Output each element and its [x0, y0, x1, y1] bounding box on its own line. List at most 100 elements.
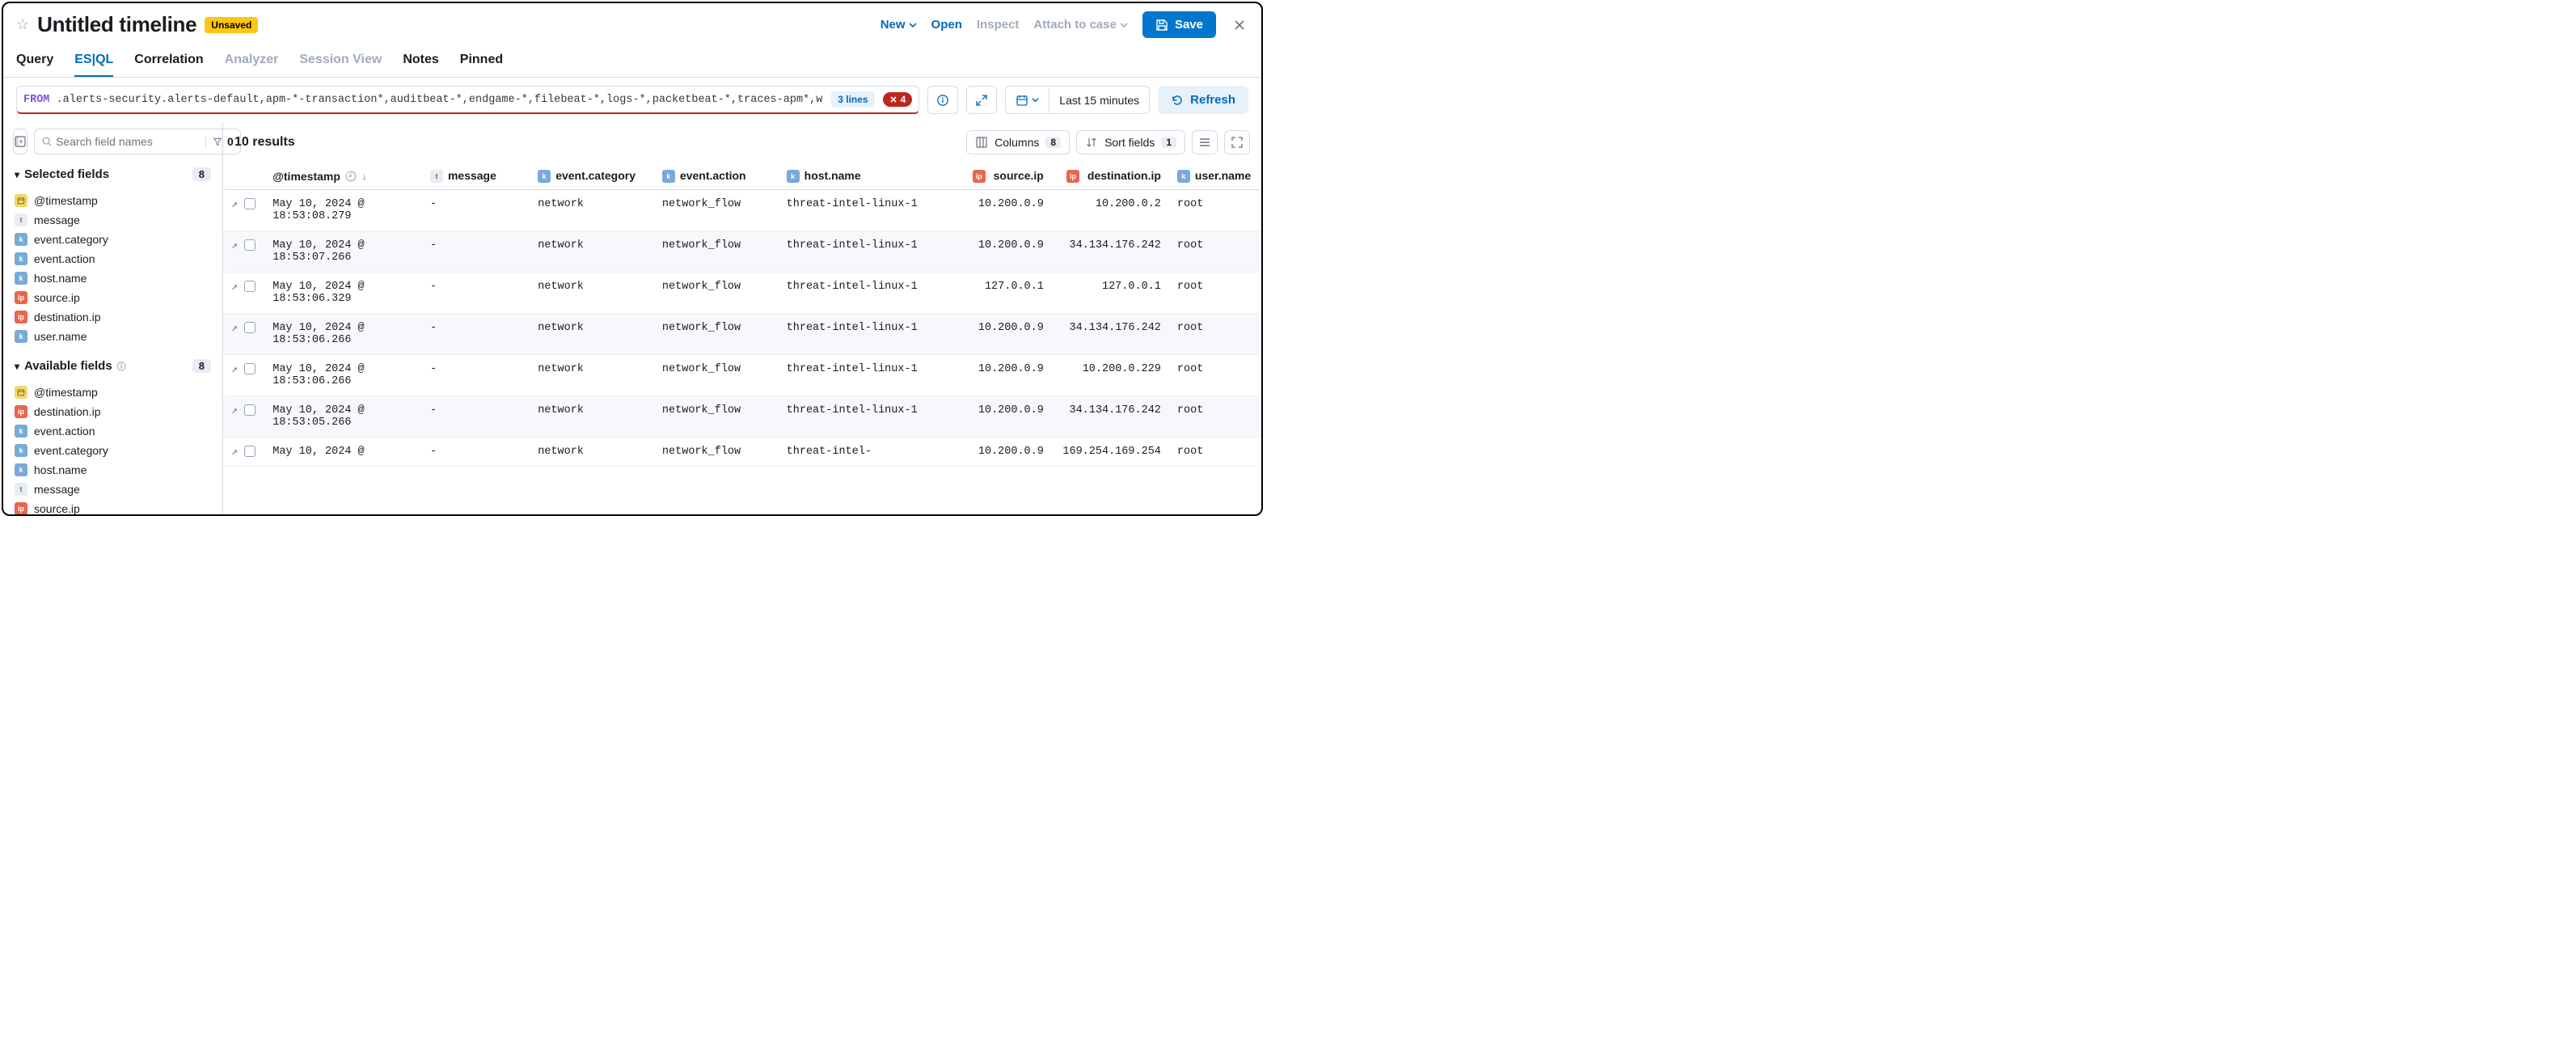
calendar-dropdown[interactable]: [1006, 88, 1049, 112]
field-item[interactable]: ipsource.ip: [13, 288, 213, 307]
cell-event-action: network_flow: [654, 231, 779, 273]
field-name: source.ip: [34, 291, 80, 304]
th-timestamp[interactable]: @timestamp: [272, 170, 340, 183]
sort-fields-button[interactable]: Sort fields 1: [1076, 130, 1185, 154]
cell-message: -: [422, 355, 530, 396]
row-checkbox[interactable]: [244, 322, 255, 333]
field-name: destination.ip: [34, 405, 101, 418]
tab-notes[interactable]: Notes: [403, 48, 438, 77]
collapse-sidebar-button[interactable]: [13, 129, 27, 154]
field-item[interactable]: k host.name: [13, 460, 213, 480]
field-item[interactable]: tmessage: [13, 210, 213, 230]
line-count-badge[interactable]: 3 lines: [831, 91, 874, 108]
field-type-ip-icon: ip: [15, 405, 27, 418]
field-type-kw-icon: k: [15, 463, 27, 476]
field-type-text-icon: t: [430, 170, 443, 183]
field-name: event.category: [34, 444, 108, 457]
th-event-category[interactable]: event.category: [555, 169, 636, 182]
time-range-label[interactable]: Last 15 minutes: [1049, 88, 1149, 112]
field-item[interactable]: kevent.action: [13, 249, 213, 269]
th-destination-ip[interactable]: destination.ip: [1087, 169, 1161, 182]
field-item[interactable]: kevent.action: [13, 421, 213, 441]
tab-esql[interactable]: ES|QL: [74, 48, 113, 77]
help-icon[interactable]: ⓘ: [117, 360, 126, 373]
field-item[interactable]: ip destination.ip: [13, 402, 213, 421]
row-checkbox[interactable]: [244, 198, 255, 209]
available-fields-header[interactable]: ▾ Available fields ⓘ 8: [13, 353, 213, 376]
field-item[interactable]: kuser.name: [13, 327, 213, 346]
row-checkbox[interactable]: [244, 239, 255, 251]
field-name: event.action: [34, 425, 95, 438]
field-item[interactable]: kevent.category: [13, 230, 213, 249]
esql-query-editor[interactable]: FROM .alerts-security.alerts-default,apm…: [16, 86, 919, 114]
cell-message: -: [422, 190, 530, 231]
sort-desc-icon[interactable]: ↓: [362, 171, 367, 182]
fullscreen-button[interactable]: [1224, 130, 1250, 154]
expand-row-button[interactable]: ↗: [231, 239, 238, 252]
columns-button[interactable]: Columns 8: [966, 130, 1070, 154]
expand-row-button[interactable]: ↗: [231, 281, 238, 293]
selected-fields-label: Selected fields: [24, 167, 109, 181]
selected-fields-header[interactable]: ▾ Selected fields 8: [13, 161, 213, 184]
th-event-action[interactable]: event.action: [680, 169, 746, 182]
error-badge[interactable]: 4: [883, 92, 913, 107]
close-button[interactable]: [1231, 16, 1248, 34]
expand-row-button[interactable]: ↗: [231, 363, 238, 375]
field-type-kw-icon: k: [15, 444, 27, 457]
row-checkbox[interactable]: [244, 363, 255, 374]
cell-source-ip: 10.200.0.9: [944, 396, 1052, 438]
cell-timestamp: May 10, 2024 @ 18:53:06.266: [264, 355, 422, 396]
row-checkbox[interactable]: [244, 404, 255, 416]
field-item[interactable]: ipdestination.ip: [13, 307, 213, 327]
th-user-name[interactable]: user.name: [1195, 169, 1251, 182]
field-item[interactable]: @timestamp: [13, 383, 213, 402]
save-label: Save: [1175, 18, 1203, 32]
columns-icon: [975, 136, 988, 149]
chevron-down-icon: [1032, 96, 1039, 104]
field-item[interactable]: tmessage: [13, 480, 213, 499]
expand-row-button[interactable]: ↗: [231, 198, 238, 210]
th-host-name[interactable]: host.name: [804, 169, 861, 182]
field-item[interactable]: @timestamp: [13, 191, 213, 210]
expand-row-button[interactable]: ↗: [231, 446, 238, 458]
field-search-input[interactable]: [53, 132, 205, 151]
results-count: 10 results: [234, 135, 295, 150]
refresh-button[interactable]: Refresh: [1158, 86, 1248, 114]
field-type-t-icon: t: [15, 483, 27, 496]
field-name: event.action: [34, 252, 95, 265]
time-range-picker[interactable]: Last 15 minutes: [1005, 86, 1150, 114]
filter-icon[interactable]: [213, 137, 222, 146]
field-item[interactable]: k event.category: [13, 441, 213, 460]
field-type-ip-icon: ip: [15, 311, 27, 324]
cell-source-ip: 10.200.0.9: [944, 190, 1052, 231]
th-message[interactable]: message: [448, 169, 496, 182]
tab-query[interactable]: Query: [16, 48, 53, 77]
density-button[interactable]: [1192, 130, 1218, 154]
th-source-ip[interactable]: source.ip: [994, 169, 1044, 182]
inspect-button: Inspect: [977, 18, 1020, 32]
attach-to-case-button: Attach to case: [1033, 18, 1128, 32]
expand-row-button[interactable]: ↗: [231, 404, 238, 417]
open-button[interactable]: Open: [931, 18, 962, 32]
cell-timestamp: May 10, 2024 @ 18:53:07.266: [264, 231, 422, 273]
expand-editor-button[interactable]: [966, 86, 997, 114]
favorite-star-icon[interactable]: ☆: [16, 16, 29, 33]
field-item[interactable]: ipsource.ip: [13, 499, 213, 514]
table-row: ↗ May 10, 2024 @ 18:53:07.266 - network …: [223, 231, 1261, 273]
tab-pinned[interactable]: Pinned: [460, 48, 503, 77]
from-keyword: FROM: [23, 94, 49, 106]
tab-correlation[interactable]: Correlation: [134, 48, 203, 77]
field-name: host.name: [34, 463, 87, 476]
query-help-button[interactable]: [927, 86, 958, 114]
calendar-icon: [1016, 94, 1028, 107]
field-search[interactable]: 0: [34, 129, 241, 154]
save-button[interactable]: Save: [1142, 11, 1216, 38]
row-checkbox[interactable]: [244, 281, 255, 292]
new-button[interactable]: New: [880, 18, 917, 32]
field-item[interactable]: khost.name: [13, 269, 213, 288]
expand-row-button[interactable]: ↗: [231, 322, 238, 334]
cell-host-name: threat-intel-linux-1: [779, 231, 944, 273]
table-row: ↗ May 10, 2024 @ 18:53:06.266 - network …: [223, 355, 1261, 396]
cell-event-category: network: [530, 396, 654, 438]
row-checkbox[interactable]: [244, 446, 255, 457]
